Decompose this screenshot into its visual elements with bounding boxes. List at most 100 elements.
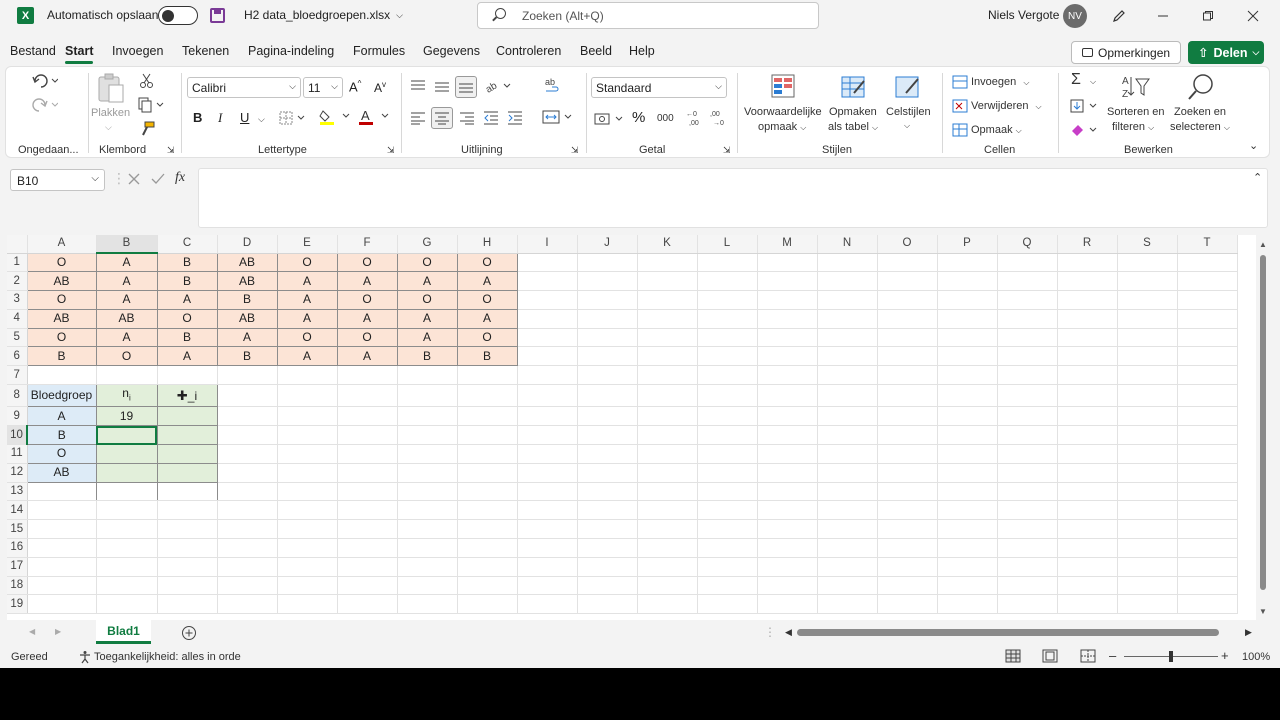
cell[interactable] — [817, 328, 878, 348]
bold-button[interactable]: B — [193, 110, 202, 125]
cell[interactable]: 19 — [95, 406, 158, 427]
row-header[interactable]: 5 — [7, 328, 28, 348]
cell[interactable] — [937, 538, 998, 558]
cell[interactable]: AB — [26, 462, 97, 483]
column-header[interactable]: H — [457, 235, 518, 254]
cell[interactable]: B — [216, 346, 278, 367]
cell[interactable] — [1117, 346, 1178, 367]
tab-help[interactable]: Help — [629, 44, 655, 58]
cell[interactable] — [27, 538, 97, 558]
cell[interactable] — [397, 594, 458, 615]
cell[interactable] — [1177, 406, 1238, 427]
cell[interactable] — [96, 576, 158, 596]
cell[interactable] — [577, 576, 638, 596]
cell[interactable] — [1057, 384, 1118, 408]
cell[interactable] — [937, 271, 998, 292]
cell[interactable] — [457, 463, 518, 483]
cell[interactable] — [1177, 576, 1238, 596]
cell[interactable] — [997, 557, 1058, 577]
cell[interactable] — [27, 594, 97, 615]
tab-start[interactable]: Start — [65, 44, 94, 64]
cell[interactable] — [277, 444, 338, 464]
cell[interactable] — [1117, 538, 1178, 558]
scroll-thumb[interactable] — [1260, 255, 1266, 590]
redo-icon[interactable] — [32, 97, 59, 116]
cell[interactable]: AB — [26, 308, 97, 329]
cell[interactable]: A — [216, 327, 278, 348]
cell[interactable] — [757, 557, 818, 577]
cell[interactable] — [937, 463, 998, 483]
dialog-launcher-icon[interactable]: ⇲ — [167, 145, 175, 156]
cell[interactable] — [517, 500, 578, 521]
cell[interactable] — [817, 500, 878, 521]
cell[interactable] — [1057, 500, 1118, 521]
cell[interactable] — [877, 463, 938, 483]
cell[interactable] — [517, 594, 578, 615]
cell[interactable] — [697, 290, 758, 310]
cell[interactable] — [277, 482, 338, 502]
cell[interactable]: A — [156, 290, 218, 310]
cell[interactable] — [817, 576, 878, 596]
align-left-icon[interactable] — [410, 111, 426, 128]
cell[interactable] — [1117, 271, 1178, 292]
cell[interactable] — [877, 444, 938, 464]
cell[interactable] — [697, 271, 758, 292]
cell[interactable] — [817, 444, 878, 464]
cell[interactable] — [877, 519, 938, 540]
cell[interactable] — [1057, 328, 1118, 348]
cell[interactable]: A — [396, 327, 458, 348]
cell[interactable] — [937, 500, 998, 521]
cell[interactable] — [157, 576, 218, 596]
cell[interactable] — [397, 365, 458, 386]
cell[interactable] — [757, 576, 818, 596]
cell[interactable] — [1177, 425, 1238, 446]
cell[interactable] — [277, 594, 338, 615]
cell[interactable] — [817, 253, 878, 273]
cell[interactable]: A — [396, 308, 458, 329]
cell[interactable] — [337, 576, 398, 596]
cell[interactable] — [517, 346, 578, 367]
autosum-icon[interactable]: Σ — [1071, 71, 1081, 89]
scroll-left-icon[interactable]: ◀ — [785, 627, 792, 638]
cell[interactable] — [277, 406, 338, 427]
cell[interactable] — [577, 309, 638, 329]
column-header[interactable]: J — [577, 235, 638, 254]
cell[interactable] — [457, 500, 518, 521]
undo-icon[interactable] — [32, 73, 59, 92]
zoom-level[interactable]: 100% — [1242, 651, 1270, 663]
cell[interactable] — [637, 384, 698, 408]
cell[interactable]: O — [26, 444, 97, 464]
cell[interactable] — [937, 444, 998, 464]
restore-icon[interactable] — [1196, 4, 1220, 28]
find-select-label-2[interactable]: selecteren ⌵ — [1170, 121, 1230, 133]
sort-filter-icon[interactable]: AZ — [1121, 73, 1151, 104]
delete-cells-button[interactable]: Verwijderen ⌵ — [971, 100, 1042, 112]
cell[interactable] — [157, 500, 218, 521]
tab-invoegen[interactable]: Invoegen — [112, 44, 163, 58]
thousands-separator-icon[interactable]: 000 — [657, 113, 674, 124]
decrease-decimal-icon[interactable]: ,00 →0 — [709, 109, 729, 130]
cell[interactable] — [27, 500, 97, 521]
cell[interactable] — [1177, 519, 1238, 540]
cell[interactable] — [577, 406, 638, 427]
cell[interactable]: A — [276, 346, 338, 367]
cell[interactable] — [337, 594, 398, 615]
cell[interactable] — [277, 576, 338, 596]
chevron-down-icon[interactable]: ⌵ — [1090, 77, 1096, 87]
cell[interactable] — [397, 463, 458, 483]
cell[interactable] — [817, 365, 878, 386]
pen-icon[interactable] — [1107, 4, 1131, 28]
increase-indent-icon[interactable] — [507, 111, 523, 128]
minimize-icon[interactable] — [1151, 4, 1175, 28]
cell[interactable] — [277, 384, 338, 408]
cell[interactable] — [397, 444, 458, 464]
cell[interactable] — [937, 482, 998, 502]
cell[interactable] — [457, 444, 518, 464]
cell[interactable] — [817, 309, 878, 329]
cell[interactable]: B — [26, 346, 97, 367]
cell[interactable]: A — [456, 308, 518, 329]
cell[interactable] — [1117, 500, 1178, 521]
row-header[interactable]: 19 — [7, 594, 28, 615]
enter-icon[interactable] — [151, 172, 165, 189]
cell[interactable] — [217, 576, 278, 596]
